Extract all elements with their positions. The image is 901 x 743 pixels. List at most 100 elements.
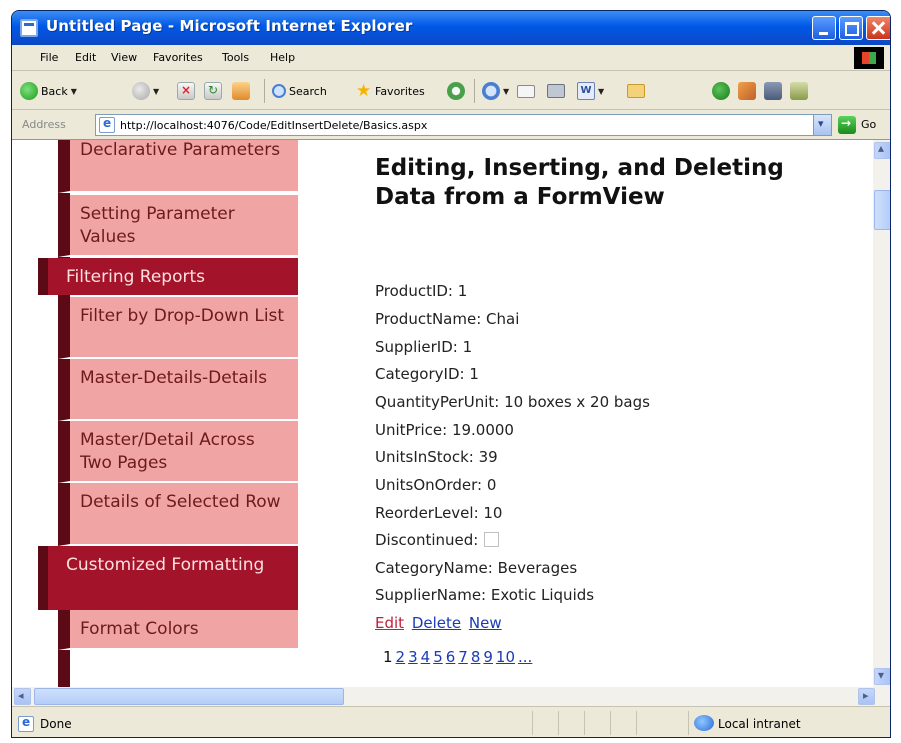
address-label: Address [22,118,66,131]
print-button[interactable] [547,81,565,101]
status-bar: Done Local intranet [12,706,890,737]
status-divider [584,711,585,735]
history-button[interactable]: ▼ [482,81,509,101]
forward-button[interactable]: ▼ [132,81,159,101]
field-discontinued: Discontinued: [375,531,500,549]
folder-icon [627,84,645,98]
pager-link[interactable]: 4 [421,648,431,666]
address-url[interactable]: http://localhost:4076/Code/EditInsertDel… [120,119,427,132]
pager-link[interactable]: 5 [433,648,443,666]
forward-arrow-icon [132,82,150,100]
search-icon [272,84,286,98]
chevron-down-icon[interactable]: ▼ [71,87,77,96]
favorites-button[interactable]: ★ Favorites [356,81,425,101]
vertical-scrollbar[interactable] [873,139,890,687]
history-icon [482,82,500,100]
menu-favorites[interactable]: Favorites [153,51,203,64]
back-button[interactable]: Back ▼ [20,81,77,101]
go-button[interactable]: Go [861,118,876,131]
sidebar-item-label: Format Colors [80,619,199,639]
pager-link[interactable]: 6 [446,648,456,666]
scroll-right-button[interactable] [858,688,875,705]
menu-tools[interactable]: Tools [222,51,249,64]
favorites-label: Favorites [375,84,425,98]
sidebar-item-filter-by-drop-down[interactable]: Filter by Drop-Down List [58,297,298,359]
mail-button[interactable] [517,81,535,101]
pager-link-more[interactable]: ... [518,648,532,666]
menu-help[interactable]: Help [270,51,295,64]
sidebar-item-label: Declarative Parameters [80,140,281,160]
scroll-up-button[interactable] [874,141,890,159]
windows-logo-icon [854,47,884,69]
sidebar-menu: Declarative Parameters Setting Parameter… [12,140,298,687]
status-divider [636,711,637,735]
pager-link[interactable]: 7 [458,648,468,666]
sidebar-item-label: Setting Parameter Values [80,204,235,247]
pager: 1 2 3 4 5 6 7 8 9 10... [383,648,535,666]
status-text: Done [40,717,72,731]
maximize-button[interactable] [839,16,863,40]
field-units-on-order: UnitsOnOrder: 0 [375,476,497,494]
discuss-button[interactable] [790,81,808,101]
back-arrow-icon [20,82,38,100]
media-button[interactable] [447,81,465,101]
search-button[interactable]: Search [272,81,327,101]
scroll-down-button[interactable] [874,668,890,685]
sidebar-item-filtering-reports[interactable]: Filtering Reports [38,258,298,295]
page-icon [99,116,115,133]
stop-button[interactable] [177,81,195,101]
stop-icon [177,82,195,100]
refresh-icon [204,82,222,100]
messenger-button[interactable] [738,81,756,101]
vertical-scroll-thumb[interactable] [874,190,890,230]
intranet-zone-icon [694,715,714,731]
pager-current-page: 1 [383,648,393,666]
sidebar-item-declarative-parameters[interactable]: Declarative Parameters [58,140,298,193]
pager-link[interactable]: 3 [408,648,418,666]
media-icon [447,82,465,100]
delete-link[interactable]: Delete [412,614,461,632]
pager-link[interactable]: 10 [496,648,515,666]
pager-link[interactable]: 2 [396,648,406,666]
menu-edit[interactable]: Edit [75,51,96,64]
edit-with-word-button[interactable]: ▼ [577,81,604,101]
menu-view[interactable]: View [111,51,137,64]
scroll-left-button[interactable] [14,688,31,705]
horizontal-scrollbar[interactable] [12,687,890,706]
sidebar-item-details-of-selected-row[interactable]: Details of Selected Row [58,483,298,546]
edit-link[interactable]: Edit [375,614,404,632]
home-icon [232,82,250,100]
sidebar-item-master-details-details[interactable]: Master-Details-Details [58,359,298,421]
security-zone-label: Local intranet [718,717,801,731]
minimize-button[interactable] [812,16,836,40]
menu-file[interactable]: File [40,51,58,64]
chevron-down-icon[interactable]: ▼ [153,87,159,96]
browser-window: Untitled Page - Microsoft Internet Explo… [11,10,891,738]
pager-link[interactable]: 9 [483,648,493,666]
discuss-icon [790,82,808,100]
new-link[interactable]: New [469,614,502,632]
page-content: Declarative Parameters Setting Parameter… [12,139,873,687]
pager-link[interactable]: 8 [471,648,481,666]
field-quantity-per-unit: QuantityPerUnit: 10 boxes x 20 bags [375,393,650,411]
status-divider [688,711,689,735]
horizontal-scroll-thumb[interactable] [34,688,344,705]
sidebar-item-master-detail-across[interactable]: Master/Detail Across Two Pages [58,421,298,483]
word-icon [577,82,595,100]
address-dropdown-button[interactable] [813,115,831,135]
sidebar-item-label: Customized Formatting [66,555,265,575]
address-input[interactable]: http://localhost:4076/Code/EditInsertDel… [95,114,832,136]
sidebar-item-customized-formatting[interactable]: Customized Formatting [38,546,298,610]
chevron-down-icon[interactable]: ▼ [503,87,509,96]
chevron-down-icon[interactable]: ▼ [598,87,604,96]
refresh-button[interactable] [204,81,222,101]
go-arrow-icon[interactable] [838,116,856,134]
status-divider [558,711,559,735]
folder-button[interactable] [627,81,645,101]
research-button[interactable] [764,81,782,101]
home-button[interactable] [232,81,250,101]
sidebar-item-format-colors[interactable]: Format Colors [58,610,298,650]
sidebar-item-setting-parameter-values[interactable]: Setting Parameter Values [58,195,298,257]
msn-button[interactable] [712,81,730,101]
close-button[interactable] [866,16,890,40]
